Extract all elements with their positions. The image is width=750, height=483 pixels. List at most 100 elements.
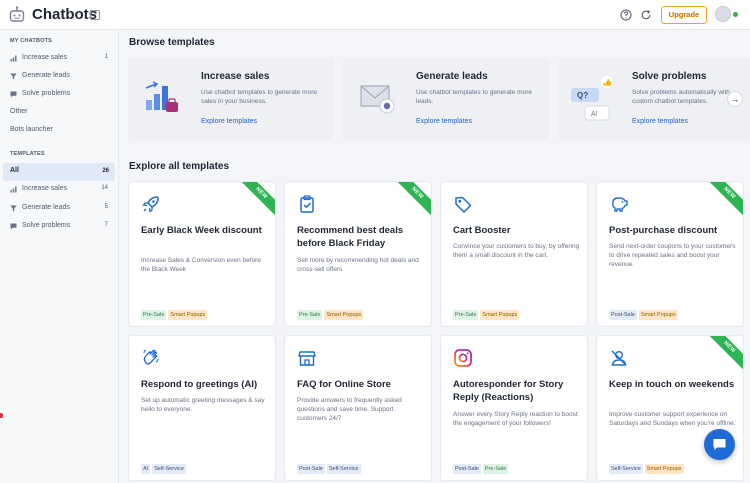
template-card-tags: AI Self-Service: [141, 457, 188, 474]
template-card-cart-booster[interactable]: Cart Booster Convince your customers to …: [441, 182, 587, 326]
tag-self-service: Self-Service: [152, 464, 186, 474]
chat-icon: [10, 91, 17, 98]
tag-pre-sale: Pre-Sale: [453, 310, 479, 320]
template-card-description: Set up automatic greeting messages & say…: [141, 397, 265, 414]
sidebar-item-label: Increase sales: [22, 185, 68, 192]
page-title: Chatbots: [32, 6, 97, 23]
tag-pre-sale: Pre-Sale: [141, 310, 167, 320]
sidebar-item-other[interactable]: Other: [0, 104, 118, 121]
robot-logo-icon: [9, 6, 25, 22]
chat-widget-button[interactable]: [704, 429, 735, 460]
sidebar-item-label: Generate leads: [22, 72, 70, 79]
title-help-badge[interactable]: ?: [90, 10, 100, 20]
refresh-icon[interactable]: [640, 9, 652, 21]
sidebar-item-label: Increase sales: [22, 54, 68, 61]
sidebar-item-template-increase-sales[interactable]: Increase sales 14: [0, 181, 118, 198]
new-badge: NEW: [391, 182, 431, 219]
tag-smart-popups: Smart Popups: [644, 464, 684, 474]
tag-smart-popups: Smart Popups: [168, 310, 208, 320]
browse-card-description: Use chatbot templates to generate more s…: [201, 89, 317, 105]
browse-templates-title: Browse templates: [129, 37, 215, 48]
chart-icon: [10, 186, 17, 193]
sidebar-item-generate-leads[interactable]: Generate leads: [0, 68, 118, 85]
chart-icon: [10, 55, 17, 62]
online-status-dot: [733, 12, 738, 17]
template-card-respond-to-greetings[interactable]: Respond to greetings (AI) Set up automat…: [129, 336, 275, 480]
template-card-description: Sell more by recommending hot deals and …: [297, 257, 419, 274]
chat-icon: [10, 223, 17, 230]
new-badge: NEW: [235, 182, 275, 219]
tag-smart-popups: Smart Popups: [480, 310, 520, 320]
template-card-description: Provide answers to frequently asked ques…: [297, 397, 402, 423]
template-card-title: Recommend best deals before Black Friday: [297, 225, 404, 249]
sidebar-item-count: 26: [102, 168, 109, 174]
template-card-faq-online-store[interactable]: FAQ for Online Store Provide answers to …: [285, 336, 431, 480]
sidebar-item-template-solve-problems[interactable]: Solve problems 7: [0, 218, 118, 235]
template-card-tags: Pre-Sale Smart Popups: [141, 303, 209, 320]
notification-marker: [0, 413, 3, 418]
template-card-description: Increase Sales & Conversion even before …: [141, 257, 261, 274]
template-card-description: Improve customer support experience on S…: [609, 411, 736, 428]
waving-hand-icon: [143, 349, 159, 365]
browse-card-title: Generate leads: [416, 71, 488, 82]
template-card-story-reply-autoresponder[interactable]: Autoresponder for Story Reply (Reactions…: [441, 336, 587, 480]
template-card-tags: Post-Sale Smart Popups: [609, 303, 680, 320]
sidebar-item-solve-problems[interactable]: Solve problems: [0, 86, 118, 103]
browse-card-description: Use chatbot templates to generate more l…: [416, 89, 532, 105]
sidebar-item-template-generate-leads[interactable]: Generate leads 5: [0, 200, 118, 217]
sidebar: MY CHATBOTS Increase sales 1 Generate le…: [0, 31, 119, 483]
template-card-title: Respond to greetings (AI): [141, 379, 258, 390]
template-card-tags: Self-Service Smart Popups: [609, 457, 686, 474]
user-off-icon: [611, 350, 627, 366]
template-card-description: Answer every Story Reply reaction to boo…: [453, 411, 578, 428]
explore-templates-link[interactable]: Explore templates: [201, 118, 257, 125]
tag-post-sale: Post-Sale: [297, 464, 325, 474]
upgrade-button[interactable]: Upgrade: [661, 6, 707, 24]
tag-smart-popups: Smart Popups: [324, 310, 364, 320]
template-card-post-purchase-discount[interactable]: NEW Post-purchase discount Send next-ord…: [597, 182, 743, 326]
template-card-description: Send next-order coupons to your customer…: [609, 243, 736, 269]
tag-ai: AI: [141, 464, 151, 474]
carousel-next-button[interactable]: →: [727, 91, 743, 107]
explore-templates-link[interactable]: Explore templates: [416, 118, 472, 125]
browse-card-generate-leads[interactable]: Generate leads Use chatbot templates to …: [343, 58, 549, 140]
template-card-tags: Pre-Sale Smart Popups: [297, 303, 365, 320]
my-chatbots-heading: MY CHATBOTS: [10, 38, 53, 44]
chat-bubbles-illustration-icon: Q? A!: [571, 74, 615, 121]
funnel-icon: [10, 73, 17, 80]
sidebar-item-bots-launcher[interactable]: Bots launcher: [0, 122, 118, 139]
template-card-title: Cart Booster: [453, 225, 511, 236]
template-card-description: Convince your customers to buy, by offer…: [453, 243, 580, 260]
help-circle-icon[interactable]: [620, 9, 632, 21]
template-card-recommend-best-deals[interactable]: NEW Recommend best deals before Black Fr…: [285, 182, 431, 326]
clipboard-check-icon: [300, 195, 314, 213]
sidebar-item-increase-sales[interactable]: Increase sales 1: [0, 50, 118, 67]
top-bar: Chatbots ? Upgrade: [0, 0, 750, 30]
new-badge: NEW: [703, 182, 743, 219]
sidebar-item-label: Solve problems: [22, 90, 71, 97]
sidebar-item-all[interactable]: All 26: [3, 163, 115, 181]
sidebar-item-label: Bots launcher: [10, 126, 53, 133]
browse-card-title: Solve problems: [632, 71, 707, 82]
browse-card-solve-problems[interactable]: Q? A! Solve problems Solve problems auto…: [559, 58, 750, 140]
sidebar-item-label: Other: [10, 108, 28, 115]
tag-smart-popups: Smart Popups: [638, 310, 678, 320]
rocket-icon: [142, 196, 159, 213]
browse-card-increase-sales[interactable]: Increase sales Use chatbot templates to …: [128, 58, 334, 140]
tag-post-sale: Post-Sale: [609, 310, 637, 320]
tag-self-service: Self-Service: [609, 464, 643, 474]
sidebar-item-count: 1: [104, 54, 108, 60]
new-badge: NEW: [703, 336, 743, 373]
template-card-tags: Post-Sale Pre-Sale: [453, 457, 510, 474]
template-card-early-black-week[interactable]: NEW Early Black Week discount Increase S…: [129, 182, 275, 326]
svg-text:A!: A!: [591, 111, 598, 118]
sidebar-item-label: Solve problems: [22, 222, 71, 229]
piggy-bank-icon: [612, 197, 628, 212]
tag-pre-sale: Pre-Sale: [297, 310, 323, 320]
sidebar-item-count: 14: [101, 185, 108, 191]
avatar[interactable]: [715, 6, 731, 22]
instagram-icon: [454, 349, 472, 367]
sidebar-item-count: 7: [104, 222, 108, 228]
explore-templates-link[interactable]: Explore templates: [632, 118, 688, 125]
funnel-icon: [10, 205, 17, 212]
